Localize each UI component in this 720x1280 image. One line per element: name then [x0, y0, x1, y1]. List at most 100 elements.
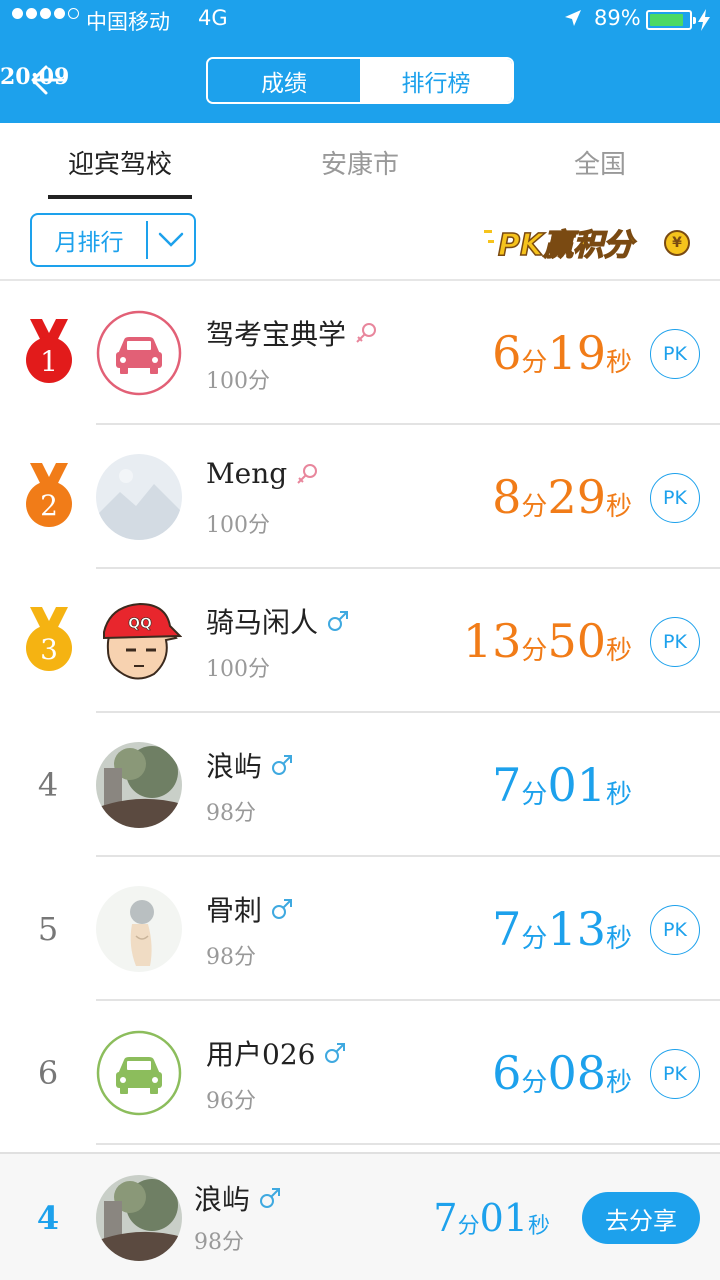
- user-name: 驾考宝典学: [206, 313, 378, 353]
- my-duration: 7 分 01 秒: [433, 1154, 550, 1280]
- leaderboard-row[interactable]: 3 QQ 骑马闲人 100分 13 分 50 秒 PK: [0, 569, 720, 713]
- minutes-unit: 分: [521, 635, 548, 666]
- pk-button[interactable]: PK: [650, 1049, 700, 1099]
- my-avatar[interactable]: [96, 1175, 182, 1261]
- pk-button[interactable]: PK: [650, 329, 700, 379]
- minutes-unit: 分: [521, 347, 548, 378]
- pk-button[interactable]: PK: [650, 473, 700, 523]
- duration-minutes: 8: [492, 470, 522, 524]
- duration: 8 分 29 秒: [492, 425, 632, 569]
- medal-rank: 2: [40, 489, 58, 522]
- silver-medal-icon: 2: [26, 463, 72, 527]
- duration-minutes: 7: [433, 1196, 458, 1240]
- user-name: 用户026: [206, 1033, 347, 1073]
- my-rank-bar: 4 浪屿 98分 7 分 01 秒 去分享: [0, 1152, 720, 1280]
- period-label: 月排行: [54, 230, 124, 256]
- duration-minutes: 7: [492, 902, 522, 956]
- user-name-text: Meng: [206, 457, 288, 490]
- duration: 6 分 19 秒: [492, 281, 632, 425]
- row-divider: [96, 1143, 720, 1145]
- female-icon: [297, 463, 318, 484]
- pk-points-banner[interactable]: PK赢积分 ¥: [484, 212, 698, 264]
- user-score: 96分: [206, 1089, 256, 1114]
- user-name-text: 骨刺: [206, 894, 263, 927]
- my-rank-number: 4: [36, 1199, 60, 1237]
- user-score: 100分: [206, 657, 270, 682]
- my-name: 浪屿: [194, 1178, 282, 1218]
- period-dropdown[interactable]: 月排行: [30, 213, 196, 267]
- user-name: Meng: [206, 457, 319, 490]
- segment-score[interactable]: 成绩: [208, 59, 360, 102]
- pk-button[interactable]: PK: [650, 905, 700, 955]
- avatar[interactable]: [96, 1030, 182, 1116]
- rank-number: 5: [37, 910, 59, 948]
- charging-bolt-icon: [698, 9, 710, 31]
- chevron-down-icon: [148, 232, 194, 248]
- app-header: 中国移动 4G 20:09 89% 成绩 排行榜: [0, 0, 720, 123]
- minutes-unit: 分: [521, 1067, 548, 1098]
- scope-tabs: 迎宾驾校 安康市 全国: [0, 123, 720, 201]
- seconds-unit: 秒: [605, 1067, 632, 1098]
- battery-icon: [646, 10, 696, 30]
- seconds-unit: 秒: [605, 923, 632, 954]
- seconds-unit: 秒: [605, 347, 632, 378]
- user-name-text: 驾考宝典学: [206, 318, 347, 351]
- male-icon: [272, 755, 293, 775]
- bronze-medal-icon: 3: [26, 607, 72, 671]
- avatar[interactable]: [96, 310, 182, 396]
- segment-leaderboard[interactable]: 排行榜: [360, 59, 512, 102]
- duration-seconds: 29: [547, 470, 606, 524]
- duration-seconds: 08: [547, 1046, 606, 1100]
- avatar[interactable]: [96, 886, 182, 972]
- leaderboard-row[interactable]: 2 Meng 100分 8 分 29 秒 PK: [0, 425, 720, 569]
- avatar[interactable]: [96, 454, 182, 540]
- status-bar: 中国移动 4G 20:09 89%: [0, 0, 720, 90]
- tab-national[interactable]: 全国: [528, 123, 672, 201]
- duration-seconds: 19: [547, 326, 606, 380]
- male-icon: [272, 899, 293, 919]
- user-name-text: 浪屿: [206, 750, 263, 783]
- seconds-unit: 秒: [605, 491, 632, 522]
- duration-minutes: 6: [492, 1046, 522, 1100]
- seconds-unit: 秒: [605, 635, 632, 666]
- duration-minutes: 13: [462, 614, 522, 668]
- duration-minutes: 6: [492, 326, 522, 380]
- minutes-unit: 分: [521, 491, 548, 522]
- share-button[interactable]: 去分享: [582, 1192, 700, 1244]
- tab-school[interactable]: 迎宾驾校: [48, 123, 192, 201]
- male-icon: [328, 611, 349, 631]
- duration-seconds: 01: [479, 1196, 528, 1240]
- medal-rank: 1: [40, 345, 58, 378]
- user-score: 98分: [206, 945, 256, 970]
- user-name: 骨刺: [206, 889, 294, 929]
- duration-seconds: 13: [547, 902, 606, 956]
- duration: 13 分 50 秒: [463, 569, 632, 713]
- male-icon: [325, 1043, 346, 1063]
- sparkle-icon: [488, 240, 494, 243]
- rank-number: 6: [37, 1054, 59, 1092]
- leaderboard-row[interactable]: 6 用户026 96分 6 分 08 秒 PK: [0, 1001, 720, 1145]
- pk-button[interactable]: PK: [650, 617, 700, 667]
- duration-minutes: 7: [492, 758, 522, 812]
- duration: 6 分 08 秒: [492, 1001, 632, 1145]
- my-score: 98分: [194, 1230, 244, 1255]
- pk-points-label: PK赢积分: [497, 227, 634, 264]
- segment-control: 成绩 排行榜: [206, 57, 514, 104]
- minutes-unit: 分: [521, 779, 548, 810]
- leaderboard-list: 1 驾考宝典学 100分 6 分 19 秒 PK 2 Meng 100分 8 分…: [0, 281, 720, 1145]
- leaderboard-row[interactable]: 5 骨刺 98分 7 分 13 秒 PK: [0, 857, 720, 1001]
- back-arrow-icon[interactable]: [28, 60, 68, 100]
- sparkle-icon: [484, 230, 492, 233]
- duration: 7 分 13 秒: [492, 857, 632, 1001]
- tab-city[interactable]: 安康市: [288, 123, 432, 201]
- user-name-text: 用户026: [206, 1038, 316, 1071]
- battery-percent: 89%: [594, 6, 641, 30]
- avatar[interactable]: [96, 742, 182, 828]
- user-name-text: 骑马闲人: [206, 606, 319, 639]
- leaderboard-row[interactable]: 4 浪屿 98分 7 分 01 秒: [0, 713, 720, 857]
- male-icon: [260, 1188, 281, 1208]
- leaderboard-row[interactable]: 1 驾考宝典学 100分 6 分 19 秒 PK: [0, 281, 720, 425]
- user-name: 骑马闲人: [206, 601, 350, 641]
- duration-seconds: 50: [547, 614, 606, 668]
- avatar[interactable]: QQ: [96, 598, 182, 684]
